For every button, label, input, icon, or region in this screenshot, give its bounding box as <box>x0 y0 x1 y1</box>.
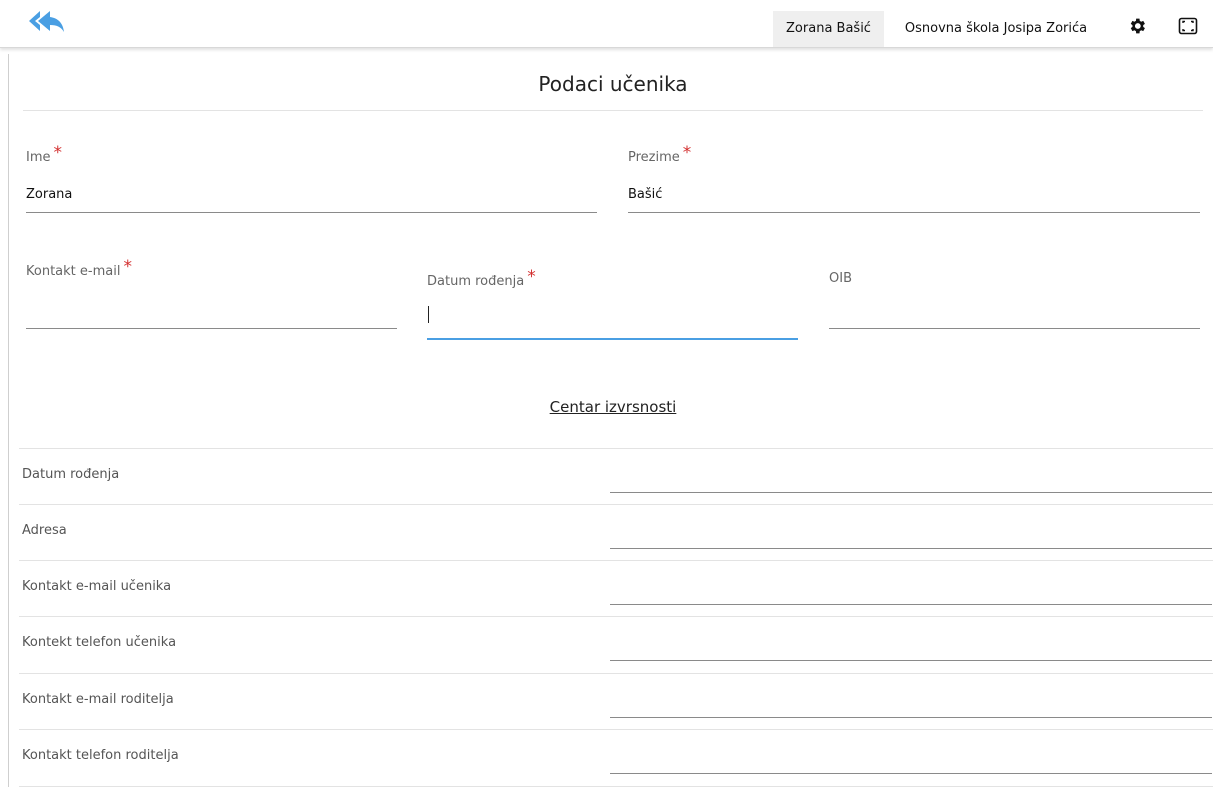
row-label: Datum rođenja <box>22 467 120 482</box>
prezime-underline <box>628 212 1200 213</box>
ime-field[interactable]: Ime * Zorana <box>26 140 597 214</box>
fullscreen-icon <box>1178 17 1198 35</box>
table-row: Kontakt e-mail roditelja <box>19 673 1213 729</box>
table-row: Kontakt e-mail učenika <box>19 560 1213 616</box>
user-name-chip[interactable]: Zorana Bašić <box>773 11 884 47</box>
prezime-field[interactable]: Prezime * Bašić <box>628 140 1200 214</box>
row-label: Kontakt e-mail roditelja <box>22 692 174 707</box>
row-label: Adresa <box>22 523 67 538</box>
student-data-panel: Podaci učenika Ime * Zorana Prezime * Baši… <box>8 54 1213 787</box>
table-row: Adresa <box>19 504 1213 560</box>
text-caret <box>428 306 429 323</box>
ime-label: Ime * <box>26 143 63 165</box>
prezime-value[interactable]: Bašić <box>628 187 662 202</box>
birthdate-field[interactable]: Datum rođenja * <box>427 264 798 342</box>
table-row: Datum rođenja <box>19 448 1213 504</box>
ime-value[interactable]: Zorana <box>26 187 72 202</box>
table-row: Kontekt telefon učenika <box>19 616 1213 672</box>
school-name[interactable]: Osnovna škola Josipa Zorića <box>892 11 1100 47</box>
row-input[interactable] <box>610 660 1212 661</box>
settings-button[interactable] <box>1127 16 1147 36</box>
centar-izvrsnosti-link[interactable]: Centar izvrsnosti <box>23 398 1203 416</box>
required-marker: * <box>123 257 132 277</box>
row-input[interactable] <box>610 548 1212 549</box>
row-input[interactable] <box>610 717 1212 718</box>
title-divider <box>23 110 1203 111</box>
row-label: Kontekt telefon učenika <box>22 635 177 650</box>
row-input[interactable] <box>610 604 1212 605</box>
oib-underline <box>829 328 1200 329</box>
oib-label: OIB <box>829 271 852 286</box>
birthdate-underline <box>427 338 798 340</box>
prezime-label: Prezime * <box>628 143 692 165</box>
top-bar: Zorana Bašić Osnovna škola Josipa Zorića <box>0 0 1213 48</box>
row-label: Kontakt e-mail učenika <box>22 579 172 594</box>
gear-icon <box>1130 18 1145 34</box>
ime-underline <box>26 212 597 213</box>
row-input[interactable] <box>610 773 1212 774</box>
oib-field[interactable]: OIB <box>829 264 1200 330</box>
required-marker: * <box>53 143 63 163</box>
birthdate-label: Datum rođenja * <box>427 267 536 289</box>
row-input[interactable] <box>610 492 1212 493</box>
email-label: Kontakt e-mail * <box>26 257 132 279</box>
required-marker: * <box>682 143 692 163</box>
email-underline <box>26 328 397 329</box>
row-label: Kontakt telefon roditelja <box>22 748 179 763</box>
required-marker: * <box>527 267 536 287</box>
double-reply-icon <box>29 11 64 32</box>
page-title: Podaci učenika <box>538 72 688 96</box>
email-field[interactable]: Kontakt e-mail * <box>26 254 397 330</box>
table-row: Kontakt telefon roditelja <box>19 729 1213 785</box>
fullscreen-button[interactable] <box>1178 16 1198 36</box>
back-button[interactable] <box>26 8 66 36</box>
